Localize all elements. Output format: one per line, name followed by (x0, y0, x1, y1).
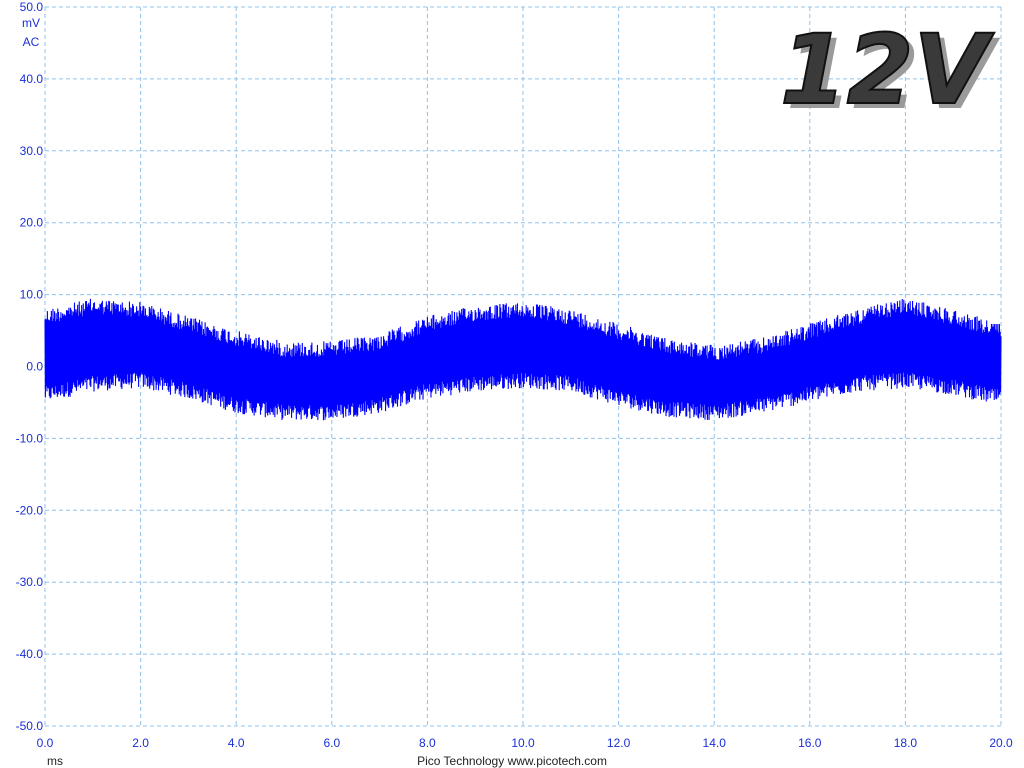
y-tick-label: 30.0 (20, 144, 44, 158)
y-tick-label: 40.0 (20, 72, 44, 86)
y-tick-label: -20.0 (16, 503, 44, 517)
x-tick-label: 8.0 (419, 736, 436, 750)
x-tick-label: 4.0 (228, 736, 245, 750)
y-tick-label: 10.0 (20, 288, 44, 302)
x-tick-label: 2.0 (132, 736, 149, 750)
y-tick-label: -50.0 (16, 719, 44, 733)
voltage-badge-text: 12V (780, 14, 995, 126)
y-tick-label: 50.0 (20, 0, 44, 14)
x-tick-label: 20.0 (989, 736, 1013, 750)
y-axis-tick-labels: 50.0 40.0 30.0 20.0 10.0 0.0 -10.0 -20.0 -30.0 -4… (16, 0, 44, 733)
x-axis-tick-labels: 0.0 2.0 4.0 6.0 8.0 10.0 12.0 14.0 16.0 18.0 20.0 (37, 736, 1013, 750)
y-tick-label: 20.0 (20, 216, 44, 230)
x-tick-label: 18.0 (894, 736, 918, 750)
x-unit-label: ms (47, 754, 63, 768)
oscilloscope-chart: 50.0 40.0 30.0 20.0 10.0 0.0 -10.0 -20.0 -30.0 -4… (16, 0, 1013, 768)
x-tick-label: 14.0 (703, 736, 727, 750)
y-tick-label: -30.0 (16, 575, 44, 589)
voltage-badge: 12V 12V (779, 13, 1001, 131)
credit-footer: Pico Technology www.picotech.com (417, 754, 607, 768)
x-tick-label: 12.0 (607, 736, 631, 750)
x-tick-label: 10.0 (511, 736, 535, 750)
y-tick-label: -10.0 (16, 431, 44, 445)
y-coupling-label: AC (23, 35, 40, 49)
x-tick-label: 6.0 (323, 736, 340, 750)
y-tick-label: -40.0 (16, 647, 44, 661)
x-tick-label: 16.0 (798, 736, 822, 750)
y-unit-label: mV (22, 16, 40, 30)
x-tick-label: 0.0 (37, 736, 54, 750)
y-tick-label: 0.0 (26, 360, 43, 374)
